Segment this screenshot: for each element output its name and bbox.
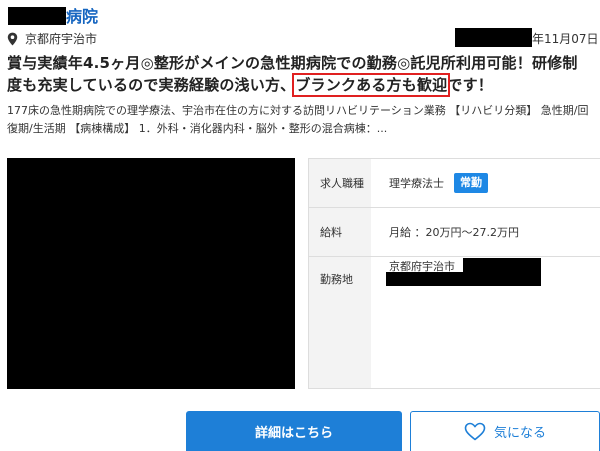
employment-type-badge: 常勤 (454, 173, 488, 193)
job-headline[interactable]: 賞与実績年4.5ヶ月◎整形がメインの急性期病院での勤務◎託児所利用可能！研修制度… (7, 52, 592, 97)
salary-value: 月給 ：20万円〜27.2万円 (389, 226, 519, 239)
job-type-value: 理学療法士 (389, 177, 444, 190)
job-thumbnail-image[interactable] (7, 158, 295, 389)
info-row-job-type: 求人職種 理学療法士 常勤 (309, 159, 600, 208)
info-value: 理学療法士 常勤 (389, 159, 488, 207)
location-text: 京都府宇治市 (25, 32, 98, 46)
details-button[interactable]: 詳細はこちら (186, 411, 402, 451)
details-button-label: 詳細はこちら (254, 425, 333, 441)
info-label: 勤務地 (309, 257, 371, 388)
hospital-name-link[interactable]: 病院 (66, 7, 98, 27)
redacted-date-prefix (455, 28, 532, 47)
heart-outline-icon (464, 422, 486, 441)
post-date: 年11月07日 (532, 32, 599, 46)
info-label: 求人職種 (309, 159, 371, 207)
info-label: 給料 (309, 208, 371, 256)
redacted-hospital-name (8, 7, 66, 25)
favorite-button[interactable]: 気になる (410, 411, 600, 451)
map-pin-icon (7, 32, 18, 46)
headline-highlight: ブランクある方も歓迎 (292, 73, 451, 97)
job-description: 177床の急性期病院での理学療法、宇治市在住の方に対する訪問リハビリテーション業… (7, 104, 589, 135)
job-info-table: 求人職種 理学療法士 常勤 給料 月給 ：20万円〜27.2万円 勤務地 京都府… (308, 158, 600, 389)
favorite-button-label: 気になる (493, 426, 546, 441)
info-row-salary: 給料 月給 ：20万円〜27.2万円 (309, 208, 600, 257)
work-location-value: 京都府宇治市 (389, 260, 455, 273)
location-row: 京都府宇治市 (7, 31, 97, 47)
info-row-location: 勤務地 京都府宇治市 (309, 257, 600, 388)
headline-text-end: です！ (447, 76, 493, 94)
